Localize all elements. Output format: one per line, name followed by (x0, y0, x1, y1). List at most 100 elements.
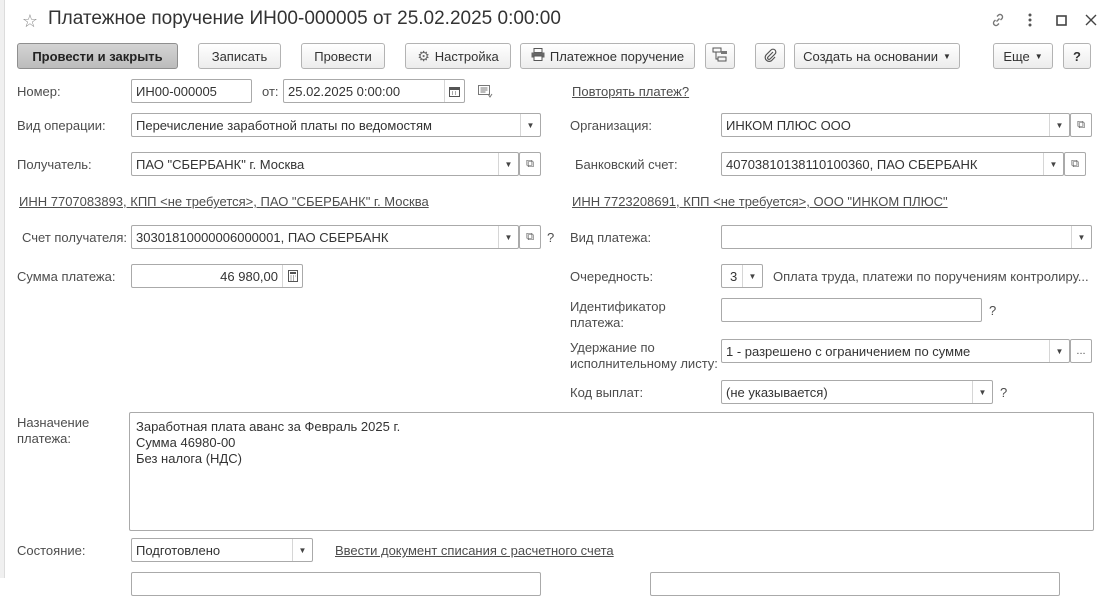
repeat-payment-link[interactable]: Повторять платеж? (572, 84, 689, 99)
priority-value: 3 (730, 268, 738, 284)
calculator-icon[interactable] (282, 265, 302, 287)
dropdown-arrow-icon[interactable]: ▼ (498, 153, 518, 175)
dropdown-arrow-icon[interactable]: ▼ (292, 539, 312, 561)
withholding-value: 1 - разрешено с ограничением по сумме (726, 343, 971, 359)
page-title: Платежное поручение ИН00-000005 от 25.02… (48, 8, 561, 29)
open-icon: ⧉ (1071, 157, 1079, 170)
recipient-select[interactable]: ПАО "СБЕРБАНК" г. Москва ▼ (131, 152, 519, 176)
recipient-value: ПАО "СБЕРБАНК" г. Москва (136, 156, 305, 172)
bottom-left-field[interactable] (131, 572, 541, 596)
open-recipient-button[interactable]: ⧉ (519, 152, 541, 176)
payment-type-label: Вид платежа: (570, 230, 652, 245)
bank-account-select[interactable]: 40703810138110100360, ПАО СБЕРБАНК ▼ (721, 152, 1064, 176)
dropdown-arrow-icon[interactable]: ▼ (742, 265, 762, 287)
more-label: Еще (1003, 48, 1030, 64)
operation-type-select[interactable]: Перечисление заработной платы по ведомос… (131, 113, 541, 137)
open-icon: ⧉ (1077, 118, 1085, 131)
withholding-choose-button[interactable]: ... (1070, 339, 1092, 363)
number-label: Номер: (17, 84, 61, 99)
dropdown-arrow-icon[interactable]: ▼ (520, 114, 540, 136)
post-and-close-label: Провести и закрыть (32, 48, 163, 64)
dropdown-arrow-icon[interactable]: ▼ (972, 381, 992, 403)
print-payment-order-label: Платежное поручение (549, 48, 685, 64)
create-based-on-label: Создать на основании (803, 48, 938, 64)
save-button[interactable]: Записать (198, 43, 281, 69)
bottom-right-field[interactable] (650, 572, 1060, 596)
payout-code-select[interactable]: (не указывается) ▼ (721, 380, 993, 404)
priority-description: Оплата труда, платежи по поручениям конт… (773, 269, 1089, 284)
number-value: ИН00-000005 (136, 83, 217, 99)
write-off-document-link[interactable]: Ввести документ списания с расчетного сч… (335, 543, 614, 558)
purpose-label: Назначение платежа: (17, 415, 90, 446)
payout-code-label: Код выплат: (570, 385, 644, 400)
help-button[interactable]: ? (1063, 43, 1091, 69)
payment-id-help-icon[interactable]: ? (989, 303, 996, 318)
open-bank-account-button[interactable]: ⧉ (1064, 152, 1086, 176)
operation-type-label: Вид операции: (17, 118, 106, 133)
purpose-textarea[interactable]: Заработная плата аванс за Февраль 2025 г… (129, 412, 1094, 531)
date-value: 25.02.2025 0:00:00 (288, 83, 401, 99)
payment-type-select[interactable]: ▼ (721, 225, 1092, 249)
print-payment-order-button[interactable]: Платежное поручение (520, 43, 695, 69)
date-field[interactable]: 25.02.2025 0:00:00 (283, 79, 465, 103)
recipient-account-select[interactable]: 30301810000006000001, ПАО СБЕРБАНК ▼ (131, 225, 519, 249)
payout-code-value: (не указывается) (726, 384, 828, 400)
organization-inn-link[interactable]: ИНН 7723208691, КПП <не требуется>, ООО … (572, 194, 948, 209)
ellipsis-icon: ... (1076, 345, 1086, 357)
amount-value: 46 980,00 (220, 268, 278, 284)
dropdown-arrow-icon[interactable]: ▼ (1049, 114, 1069, 136)
open-icon: ⧉ (526, 230, 534, 243)
attach-button[interactable] (755, 43, 785, 69)
post-label: Провести (314, 48, 372, 64)
settings-label: Настройка (434, 48, 499, 64)
paperclip-icon (763, 48, 777, 65)
recipient-account-value: 30301810000006000001, ПАО СБЕРБАНК (136, 229, 389, 245)
help-label: ? (1073, 48, 1081, 64)
status-select[interactable]: Подготовлено ▼ (131, 538, 313, 562)
dropdown-arrow-icon[interactable]: ▼ (1043, 153, 1063, 175)
date-label: от: (262, 84, 279, 99)
link-icon[interactable] (988, 10, 1008, 30)
priority-select[interactable]: 3 ▼ (721, 264, 763, 288)
recipient-account-help-icon[interactable]: ? (547, 230, 554, 245)
open-organization-button[interactable]: ⧉ (1070, 113, 1092, 137)
recipient-account-label: Счет получателя: (22, 230, 128, 245)
priority-label: Очередность: (570, 269, 654, 284)
create-based-on-button[interactable]: Создать на основании ▼ (794, 43, 960, 69)
payment-id-label: Идентификатор платежа: (570, 299, 666, 330)
amount-field[interactable]: 46 980,00 (131, 264, 303, 288)
favorite-star-icon[interactable]: ☆ (20, 11, 40, 31)
more-vertical-icon[interactable] (1020, 10, 1040, 30)
close-icon[interactable] (1081, 10, 1101, 30)
operation-type-value: Перечисление заработной платы по ведомос… (136, 117, 432, 133)
bank-account-value: 40703810138110100360, ПАО СБЕРБАНК (726, 156, 978, 172)
maximize-icon[interactable] (1051, 10, 1071, 30)
left-strip (0, 0, 5, 578)
dropdown-arrow-icon: ▼ (942, 51, 951, 61)
organization-label: Организация: (570, 118, 653, 133)
post-button[interactable]: Провести (301, 43, 385, 69)
calendar-icon[interactable] (444, 80, 464, 102)
dropdown-arrow-icon[interactable]: ▼ (1049, 340, 1069, 362)
payout-code-help-icon[interactable]: ? (1000, 385, 1007, 400)
payment-id-field[interactable] (721, 298, 982, 322)
open-icon: ⧉ (526, 157, 534, 170)
gear-icon: ⚙ (417, 47, 430, 64)
post-and-close-button[interactable]: Провести и закрыть (17, 43, 178, 69)
dropdown-arrow-icon[interactable]: ▼ (498, 226, 518, 248)
open-recipient-account-button[interactable]: ⧉ (519, 225, 541, 249)
bank-account-label: Банковский счет: (575, 157, 678, 172)
history-icon[interactable] (478, 85, 493, 102)
settings-button[interactable]: ⚙ Настройка (405, 43, 511, 69)
withholding-select[interactable]: 1 - разрешено с ограничением по сумме ▼ (721, 339, 1070, 363)
save-label: Записать (211, 48, 268, 64)
dropdown-arrow-icon: ▼ (1034, 51, 1043, 61)
structure-button[interactable] (705, 43, 735, 69)
recipient-inn-link[interactable]: ИНН 7707083893, КПП <не требуется>, ПАО … (19, 194, 429, 209)
dropdown-arrow-icon[interactable]: ▼ (1071, 226, 1091, 248)
organization-select[interactable]: ИНКОМ ПЛЮС ООО ▼ (721, 113, 1070, 137)
hierarchy-icon (712, 47, 728, 65)
number-field[interactable]: ИН00-000005 (131, 79, 252, 103)
status-value: Подготовлено (136, 542, 221, 558)
more-button[interactable]: Еще ▼ (993, 43, 1053, 69)
